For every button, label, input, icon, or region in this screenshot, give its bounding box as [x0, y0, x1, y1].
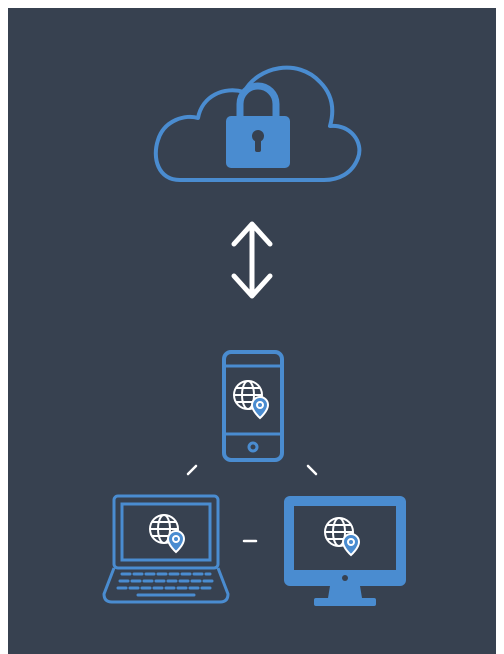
- laptop-node: [102, 494, 230, 604]
- connector-phone-desktop: [306, 464, 318, 476]
- cloud-node: [153, 65, 362, 182]
- laptop-icon: [102, 494, 230, 604]
- globe-pin-icon: [149, 514, 185, 553]
- desktop-node: [284, 496, 406, 606]
- lock-icon: [226, 82, 290, 168]
- bidirectional-arrow-icon: [231, 221, 273, 299]
- monitor-icon: [284, 496, 406, 606]
- diagram-canvas: [8, 8, 496, 654]
- phone-node: [222, 350, 284, 462]
- globe-pin-icon: [233, 380, 269, 419]
- keyboard-icon: [116, 572, 216, 597]
- connector-phone-laptop: [186, 464, 198, 476]
- sync-diagram: [102, 65, 406, 606]
